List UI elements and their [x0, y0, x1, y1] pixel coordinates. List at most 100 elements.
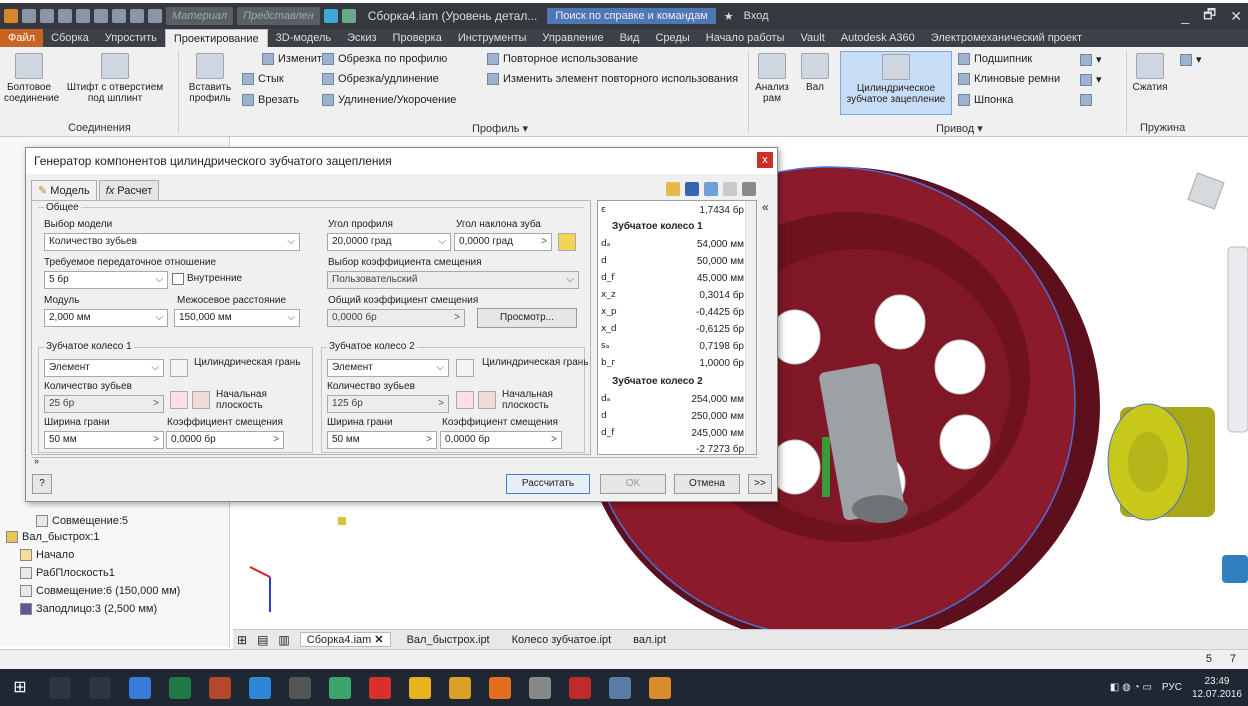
cam-dropdown[interactable]: ▾ — [1080, 53, 1102, 66]
settings-icon[interactable] — [704, 182, 718, 196]
spur-gear-button[interactable]: Цилиндрическое зубчатое зацепление — [840, 51, 952, 115]
clear-icon[interactable] — [323, 9, 338, 23]
v-belts-button[interactable]: Клиновые ремни — [958, 73, 1060, 85]
restore-button[interactable]: 🗗 — [1203, 4, 1216, 28]
a360-icon[interactable] — [1222, 555, 1248, 583]
tab-sketch[interactable]: Эскиз — [339, 29, 384, 47]
clevis-pin-button[interactable]: Штифт с отверстием под шплинт — [60, 53, 170, 104]
search-icon[interactable] — [49, 676, 71, 699]
gear2-width-input[interactable]: 50 мм > — [327, 431, 437, 449]
clock[interactable]: 23:49 12.07.2016 — [1192, 675, 1242, 701]
gear1-plane-clear-icon[interactable] — [192, 391, 210, 409]
gear2-type-dropdown[interactable]: Элемент ⌵ — [327, 359, 449, 377]
tab-3d-model[interactable]: 3D-модель — [268, 29, 339, 47]
collapse-results-icon[interactable]: « — [762, 200, 769, 214]
tab-vault[interactable]: Vault — [793, 29, 833, 47]
power-transmission-dropdown[interactable]: ▾ — [1080, 73, 1102, 86]
firefox-icon[interactable] — [489, 676, 511, 699]
model-select-dropdown[interactable]: Количество зубьев ⌵ — [44, 233, 300, 251]
material-select[interactable]: Материал — [166, 7, 234, 25]
save-icon[interactable] — [58, 9, 72, 23]
notch-button[interactable]: Врезать — [242, 94, 299, 106]
photos-icon[interactable] — [449, 676, 471, 699]
redo-icon[interactable] — [94, 9, 108, 23]
edge-icon[interactable] — [249, 676, 271, 699]
tab-view[interactable]: Вид — [612, 29, 648, 47]
tab-environments[interactable]: Среды — [647, 29, 697, 47]
reuse-button[interactable]: Повторное использование — [487, 53, 638, 65]
excel-icon[interactable] — [169, 676, 191, 699]
frame-analysis-button[interactable]: Анализ рам — [752, 53, 792, 104]
task-view-icon[interactable] — [89, 676, 111, 699]
preview-button[interactable]: Просмотр... — [477, 308, 577, 328]
close-button[interactable]: ✕ — [1230, 8, 1242, 25]
gear1-width-input[interactable]: 50 мм > — [44, 431, 164, 449]
sign-in-link[interactable]: Вход — [744, 10, 769, 22]
chrome-icon[interactable] — [409, 676, 431, 699]
helix-direction-icon[interactable] — [558, 233, 576, 251]
bearing-button[interactable]: Подшипник — [958, 53, 1032, 65]
help-search-input[interactable]: Поиск по справке и командам — [547, 8, 716, 24]
lengthen-shorten-button[interactable]: Удлинение/Укорочение — [322, 94, 456, 106]
navigation-bar[interactable] — [1227, 246, 1248, 433]
taskbar-app-icon[interactable] — [129, 676, 151, 699]
doc-tab-val[interactable]: вал.ipt — [627, 634, 672, 646]
open-icon[interactable] — [40, 9, 54, 23]
tab-assemble[interactable]: Сборка — [43, 29, 97, 47]
new-icon[interactable] — [22, 9, 36, 23]
tab-tools[interactable]: Инструменты — [450, 29, 535, 47]
tree-item-workplane[interactable]: РабПлоскость1 — [20, 567, 115, 579]
pressure-angle-dropdown[interactable]: 20,0000 град ⌵ — [327, 233, 451, 251]
minimize-button[interactable]: _ — [1181, 8, 1189, 24]
start-icon[interactable]: ⊞ — [9, 676, 31, 699]
gear2-plane-select-icon[interactable] — [456, 391, 474, 409]
tab-calculation[interactable]: fx Расчет — [98, 180, 160, 200]
viewer-icon[interactable] — [609, 676, 631, 699]
tab-electromechanical[interactable]: Электромеханический проект — [923, 29, 1090, 47]
helix-angle-input[interactable]: 0,0000 град > — [454, 233, 552, 251]
cancel-button[interactable]: Отмена — [674, 474, 740, 494]
inventor-icon[interactable] — [649, 676, 671, 699]
doc-tab-shaft[interactable]: Вал_быстрох.ipt — [401, 634, 496, 646]
gear1-plane-select-icon[interactable] — [170, 391, 188, 409]
shaft-button[interactable]: Вал — [800, 53, 830, 93]
tab-a360[interactable]: Autodesk A360 — [833, 29, 923, 47]
tab-file[interactable]: Файл — [0, 29, 44, 47]
tab-simplify[interactable]: Упростить — [97, 29, 165, 47]
center-distance-dropdown[interactable]: 150,000 мм ⌵ — [174, 309, 300, 327]
bolt-connection-button[interactable]: Болтовое соединение — [4, 53, 59, 104]
store-icon[interactable] — [289, 676, 311, 699]
calculator-button[interactable] — [1080, 94, 1092, 106]
save-file-icon[interactable] — [685, 182, 699, 196]
trim-extend-button[interactable]: Обрезка/удлинение — [322, 73, 439, 85]
tray-icons[interactable]: ◧ ◍ ◔ ▭ — [1110, 682, 1152, 693]
gear2-face-select-icon[interactable] — [456, 359, 474, 377]
view-cube[interactable] — [1187, 172, 1225, 210]
fx-icon[interactable] — [341, 9, 356, 23]
more-button[interactable]: >> — [748, 474, 772, 494]
arrange-icon[interactable]: ▥ — [278, 633, 289, 647]
results-scrollbar[interactable] — [745, 201, 756, 454]
close-tab-icon[interactable]: ✕ — [374, 634, 383, 646]
results-toggle-icon[interactable] — [742, 182, 756, 196]
open-file-icon[interactable] — [666, 182, 680, 196]
doc-tab-gear[interactable]: Колесо зубчатое.ipt — [506, 634, 618, 646]
undo-icon[interactable] — [76, 9, 90, 23]
app-logo-icon[interactable] — [4, 9, 18, 23]
tab-design[interactable]: Проектирование — [164, 29, 268, 47]
powerpoint-icon[interactable] — [209, 676, 231, 699]
change-button[interactable]: Изменить — [262, 53, 328, 65]
tree-item-mate-6[interactable]: Совмещение:6 (150,000 мм) — [20, 585, 180, 597]
explorer-icon[interactable] — [529, 676, 551, 699]
module-dropdown[interactable]: 2,000 мм ⌵ — [44, 309, 168, 327]
opera-icon[interactable] — [369, 676, 391, 699]
gear2-plane-clear-icon[interactable] — [478, 391, 496, 409]
tab-get-started[interactable]: Начало работы — [698, 29, 793, 47]
miter-button[interactable]: Стык — [242, 73, 284, 85]
calculate-button[interactable]: Рассчитать — [506, 474, 590, 494]
tile-icon[interactable]: ⊞ — [237, 633, 247, 647]
update-icon[interactable] — [130, 9, 144, 23]
trim-to-frame-button[interactable]: Обрезка по профилю — [322, 53, 447, 65]
shift-select-dropdown[interactable]: Пользовательский ⌵ — [327, 271, 579, 289]
gear1-face-select-icon[interactable] — [170, 359, 188, 377]
